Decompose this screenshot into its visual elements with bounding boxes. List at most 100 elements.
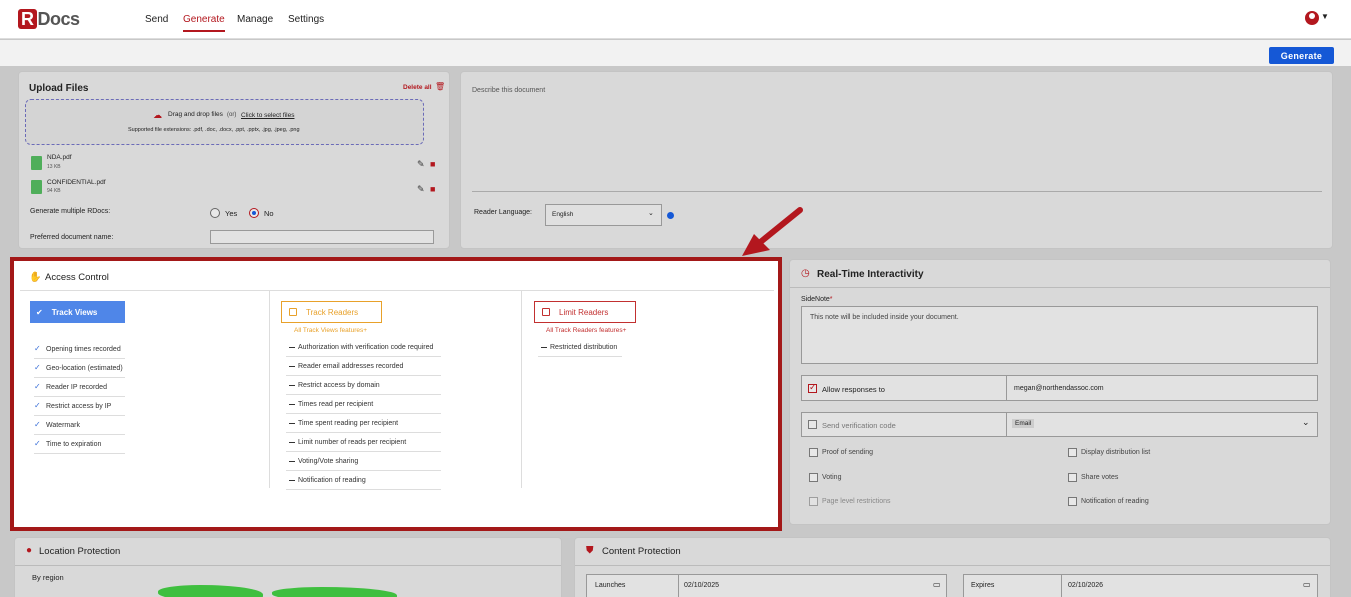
divider bbox=[15, 565, 561, 566]
user-avatar-icon[interactable] bbox=[1305, 11, 1319, 25]
file-dropzone[interactable] bbox=[25, 99, 424, 145]
rdocs-logo[interactable]: R Docs bbox=[18, 9, 80, 30]
nav-settings[interactable]: Settings bbox=[288, 14, 324, 25]
feature-divider bbox=[34, 415, 125, 416]
limit-readers-button[interactable]: Limit Readers bbox=[534, 301, 636, 323]
dash-icon bbox=[289, 442, 295, 444]
pencil-icon[interactable]: ✎ bbox=[417, 184, 425, 195]
check-icon: ✓ bbox=[34, 401, 41, 410]
check-icon: ✓ bbox=[34, 382, 41, 391]
feature-item: Voting/Vote sharing bbox=[298, 458, 359, 465]
red-arrow-annotation bbox=[742, 207, 803, 256]
feature-item: Watermark bbox=[46, 422, 80, 429]
share-votes-checkbox[interactable] bbox=[1068, 473, 1077, 482]
trash-icon[interactable]: ■ bbox=[430, 159, 435, 169]
launches-date: 02/10/2025 bbox=[684, 582, 720, 589]
feature-item: Authorization with verification code req… bbox=[298, 344, 434, 351]
allow-responses-label: Allow responses to bbox=[822, 385, 885, 394]
voting-checkbox[interactable] bbox=[809, 473, 818, 482]
drop-text: Drag and drop files bbox=[168, 111, 223, 118]
calendar-icon[interactable]: ▭ bbox=[933, 580, 941, 589]
hand-shield-icon: ✋ bbox=[29, 272, 42, 283]
generate-multiple-label: Generate multiple RDocs: bbox=[30, 208, 111, 215]
feature-item: Opening times recorded bbox=[46, 346, 121, 353]
feature-item: Restrict access by domain bbox=[298, 382, 380, 389]
sidenote-label: SideNote* bbox=[801, 296, 833, 303]
preferred-name-input[interactable] bbox=[210, 230, 434, 244]
or-text: (or) bbox=[227, 112, 237, 118]
radio-no[interactable] bbox=[249, 208, 259, 218]
click-to-select-link[interactable]: Click to select files bbox=[241, 112, 294, 119]
voting-label: Voting bbox=[822, 474, 842, 481]
page-level-restrictions-label: Page level restrictions bbox=[822, 498, 891, 505]
divider bbox=[472, 191, 1322, 192]
generate-button[interactable]: Generate bbox=[1269, 47, 1334, 64]
preferred-name-label: Preferred document name: bbox=[30, 234, 114, 241]
feature-item: Geo-location (estimated) bbox=[46, 365, 123, 372]
feature-item: Restrict access by IP bbox=[46, 403, 112, 410]
nav-generate[interactable]: Generate bbox=[183, 14, 225, 32]
send-verification-checkbox[interactable] bbox=[808, 420, 817, 429]
notification-of-reading-checkbox[interactable] bbox=[1068, 497, 1077, 506]
verification-method-select[interactable] bbox=[1006, 412, 1318, 437]
access-control-title: Access Control bbox=[45, 272, 109, 283]
pdf-file-icon bbox=[31, 180, 42, 194]
allow-responses-email: megan@northendassoc.com bbox=[1014, 385, 1104, 392]
allow-responses-checkbox[interactable] bbox=[808, 382, 817, 393]
upload-files-card bbox=[18, 71, 450, 249]
feature-item: Time to expiration bbox=[46, 441, 102, 448]
check-icon: ✓ bbox=[34, 420, 41, 429]
describe-textarea[interactable]: Describe this document bbox=[472, 87, 545, 94]
reader-language-value: English bbox=[552, 211, 574, 218]
trash-icon[interactable]: 🗑 bbox=[435, 82, 445, 91]
chevron-down-icon: ⌄ bbox=[648, 210, 654, 217]
verification-method-value: Email bbox=[1012, 419, 1035, 428]
limit-readers-sub: All Track Readers features+ bbox=[546, 327, 627, 334]
check-icon: ✔ bbox=[36, 307, 43, 317]
delete-all-link[interactable]: Delete all bbox=[403, 84, 432, 91]
check-icon: ✓ bbox=[34, 344, 41, 353]
feature-divider bbox=[34, 377, 125, 378]
column-divider bbox=[521, 291, 522, 488]
feature-item: Reader email addresses recorded bbox=[298, 363, 404, 370]
feature-divider bbox=[286, 413, 441, 414]
feature-item: Restricted distribution bbox=[550, 344, 618, 351]
chevron-down-icon[interactable]: ⌄ bbox=[1302, 417, 1310, 428]
divider bbox=[20, 290, 774, 291]
feature-item: Times read per recipient bbox=[298, 401, 374, 408]
radio-yes[interactable] bbox=[210, 208, 220, 218]
nav-send[interactable]: Send bbox=[145, 14, 168, 25]
checkbox-icon bbox=[542, 308, 550, 316]
track-readers-button[interactable]: Track Readers bbox=[281, 301, 382, 323]
send-verification-label: Send verification code bbox=[822, 421, 896, 430]
map-pin-icon: ● bbox=[26, 545, 33, 556]
dash-icon bbox=[289, 366, 295, 368]
content-protection-title: Content Protection bbox=[602, 546, 681, 557]
feature-divider bbox=[34, 434, 125, 435]
feature-item: Reader IP recorded bbox=[46, 384, 107, 391]
divider bbox=[790, 287, 1330, 288]
by-region-label: By region bbox=[32, 573, 64, 582]
calendar-icon[interactable]: ▭ bbox=[1303, 580, 1311, 589]
column-divider bbox=[269, 291, 270, 488]
trash-icon[interactable]: ■ bbox=[430, 184, 435, 194]
caret-down-icon[interactable]: ▼ bbox=[1321, 12, 1329, 21]
proof-of-sending-label: Proof of sending bbox=[822, 449, 873, 456]
feature-divider bbox=[286, 394, 441, 395]
feature-divider bbox=[538, 356, 622, 357]
info-icon[interactable] bbox=[667, 212, 674, 219]
feature-divider bbox=[286, 489, 441, 490]
track-views-button[interactable]: ✔ Track Views bbox=[30, 301, 125, 323]
page-level-restrictions-checkbox[interactable] bbox=[809, 497, 818, 506]
dash-icon bbox=[289, 404, 295, 406]
nav-manage[interactable]: Manage bbox=[237, 14, 273, 25]
feature-item: Time spent reading per recipient bbox=[298, 420, 399, 427]
display-distribution-checkbox[interactable] bbox=[1068, 448, 1077, 457]
divider bbox=[575, 565, 1330, 566]
proof-of-sending-checkbox[interactable] bbox=[809, 448, 818, 457]
track-readers-sub: All Track Views features+ bbox=[294, 327, 368, 334]
feature-item: Notification of reading bbox=[298, 477, 366, 484]
cloud-upload-icon: ☁ bbox=[153, 110, 162, 120]
feature-divider bbox=[286, 451, 441, 452]
pencil-icon[interactable]: ✎ bbox=[417, 159, 425, 170]
